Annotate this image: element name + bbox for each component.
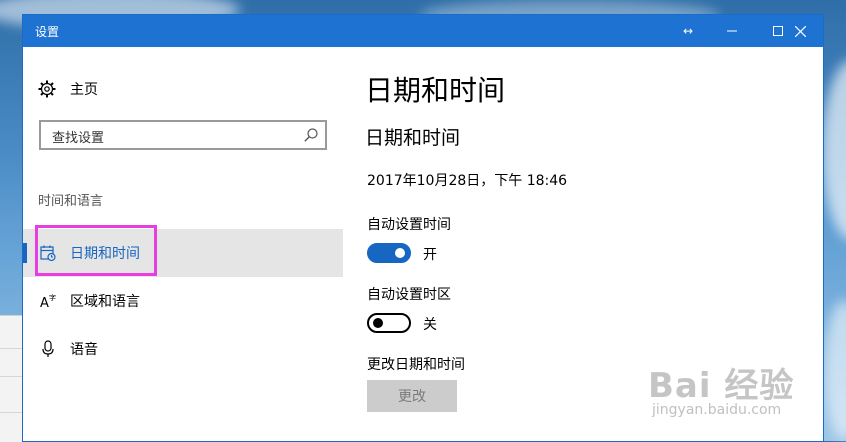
background-cloud: [822, 60, 846, 240]
svg-text:字: 字: [49, 293, 56, 302]
auto-time-label: 自动设置时间: [367, 217, 451, 233]
search-input[interactable]: 查找设置: [39, 120, 327, 150]
highlight-annotation: [35, 225, 157, 276]
resize-arrows-icon[interactable]: ↔: [673, 15, 703, 47]
watermark-url: jingyan.baidu.com: [652, 402, 782, 418]
sidebar-item-label: 语音: [70, 342, 98, 358]
auto-time-state: 开: [423, 247, 437, 263]
watermark-logo-text: Bai 经验: [648, 366, 795, 406]
baidu-watermark: Bai 经验 jingyan.baidu.com: [648, 358, 843, 428]
auto-time-toggle[interactable]: [367, 243, 411, 263]
language-icon: A 字: [40, 293, 56, 310]
close-icon: [794, 25, 806, 37]
search-placeholder: 查找设置: [52, 131, 105, 146]
sidebar-group-label: 时间和语言: [38, 194, 104, 209]
microphone-icon: [42, 340, 54, 357]
svg-text:A: A: [40, 296, 49, 310]
change-datetime-label: 更改日期和时间: [367, 357, 465, 373]
sidebar-item-region-language[interactable]: A 字 区域和语言: [23, 277, 343, 325]
toggle-knob: [395, 248, 405, 258]
auto-timezone-toggle[interactable]: [367, 313, 411, 333]
section-title: 日期和时间: [365, 127, 461, 149]
sidebar-item-speech[interactable]: 语音: [23, 325, 343, 373]
window-title: 设置: [35, 25, 60, 39]
sidebar-item-home[interactable]: 主页: [38, 77, 98, 101]
gear-icon: [38, 80, 56, 98]
close-button[interactable]: [777, 15, 823, 47]
auto-timezone-label: 自动设置时区: [367, 287, 451, 303]
selected-indicator: [23, 243, 27, 263]
page-title: 日期和时间: [365, 74, 506, 107]
sidebar-home-label: 主页: [70, 82, 98, 98]
current-datetime: 2017年10月28日，下午 18:46: [367, 173, 568, 189]
sidebar-item-label: 区域和语言: [70, 294, 140, 310]
sidebar: 主页 查找设置 时间和语言 日期和时间 A 字 区域和语言 语音: [23, 47, 343, 441]
search-icon[interactable]: [304, 128, 318, 142]
auto-timezone-state: 关: [423, 317, 437, 333]
title-bar[interactable]: 设置 ↔: [23, 15, 823, 47]
minimize-button[interactable]: [709, 15, 755, 47]
minimize-icon: [727, 30, 737, 32]
toggle-knob: [373, 318, 383, 328]
change-button[interactable]: 更改: [367, 380, 457, 412]
